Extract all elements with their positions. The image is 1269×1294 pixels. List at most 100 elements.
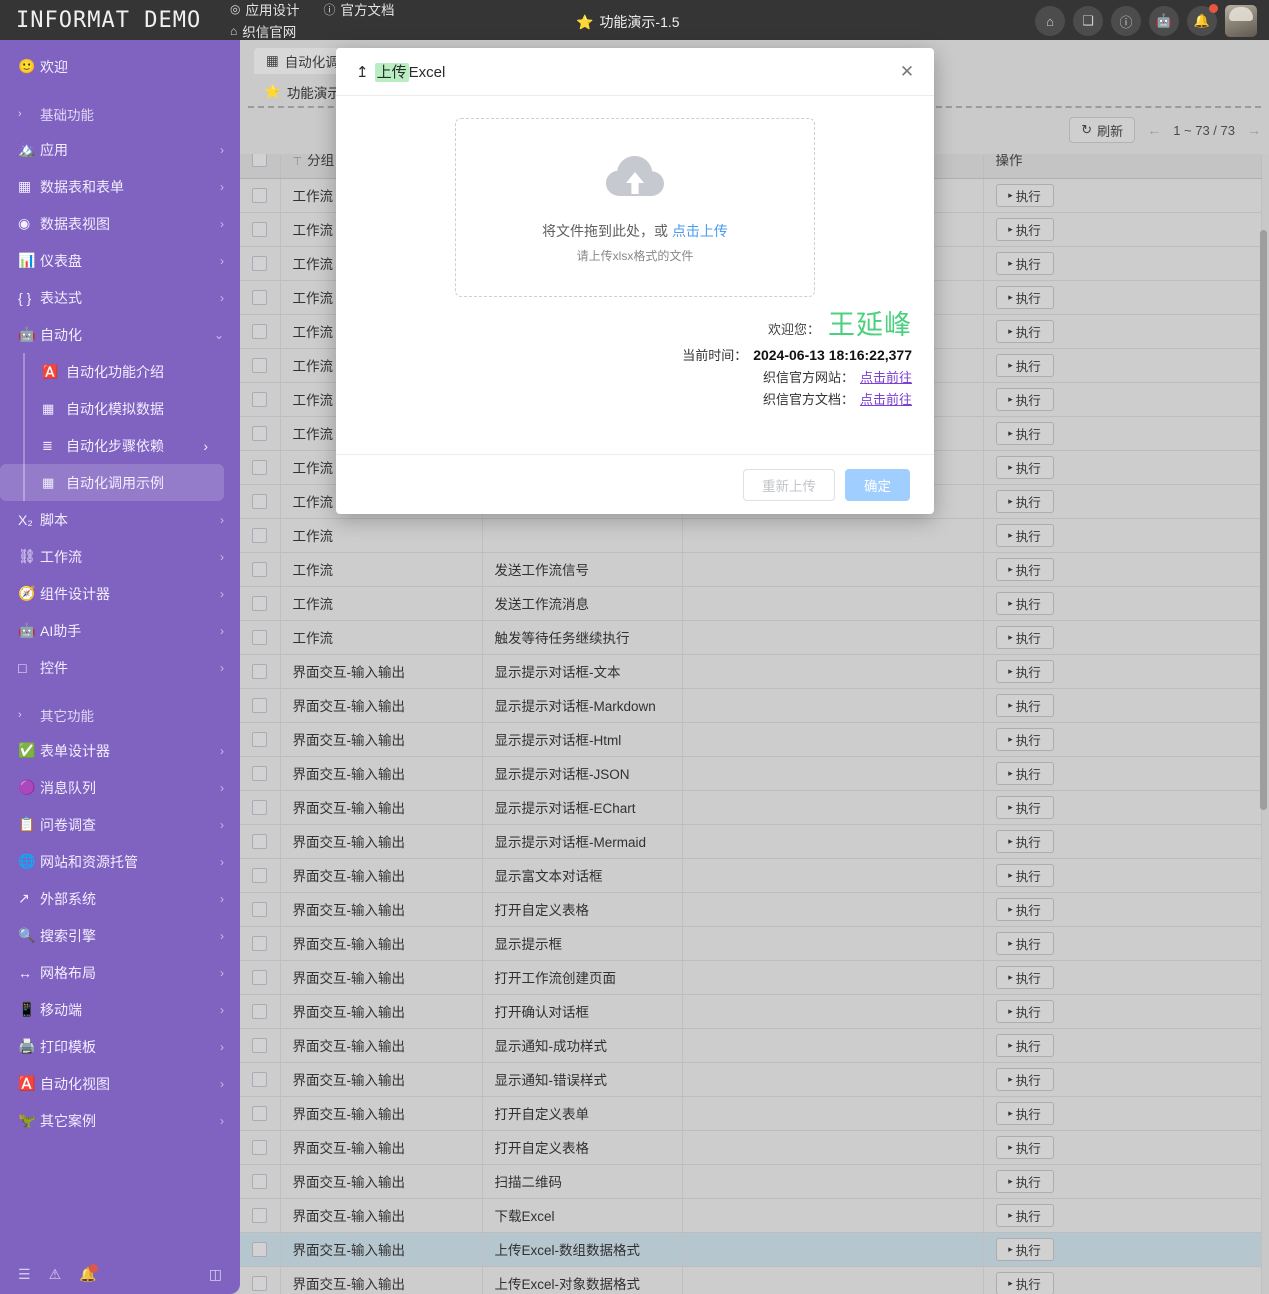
official-docs-link[interactable]: 点击前往	[860, 393, 912, 406]
row-checkbox[interactable]	[252, 1072, 267, 1087]
official-site-link[interactable]: 点击前往	[860, 371, 912, 384]
sidebar-item-ai-assistant[interactable]: 🤖 AI助手 ›	[0, 612, 240, 649]
top-nav-link-app-design[interactable]: ◎ 应用设计	[230, 0, 299, 19]
execute-button[interactable]: ▸执行	[996, 762, 1054, 785]
row-checkbox[interactable]	[252, 358, 267, 373]
sidebar-item-tables-forms[interactable]: ▦ 数据表和表单 ›	[0, 168, 240, 205]
sidebar-item-script[interactable]: X₂ 脚本 ›	[0, 501, 240, 538]
execute-button[interactable]: ▸执行	[996, 660, 1054, 683]
execute-button[interactable]: ▸执行	[996, 286, 1054, 309]
row-checkbox[interactable]	[252, 1106, 267, 1121]
execute-button[interactable]: ▸执行	[996, 1204, 1054, 1227]
sidebar-item-other-cases[interactable]: 🦖 其它案例 ›	[0, 1102, 240, 1139]
table-row[interactable]: 工作流发送工作流信号▸执行	[240, 552, 1261, 586]
execute-button[interactable]: ▸执行	[996, 354, 1054, 377]
row-checkbox[interactable]	[252, 1174, 267, 1189]
avatar[interactable]	[1225, 5, 1257, 37]
execute-button[interactable]: ▸执行	[996, 796, 1054, 819]
row-checkbox[interactable]	[252, 290, 267, 305]
sidebar-item-expression[interactable]: { } 表达式 ›	[0, 279, 240, 316]
execute-button[interactable]: ▸执行	[996, 558, 1054, 581]
table-row[interactable]: 界面交互-输入输出打开确认对话框▸执行	[240, 994, 1261, 1028]
sidebar-item-automation-view[interactable]: 🅰️ 自动化视图 ›	[0, 1065, 240, 1102]
table-row[interactable]: 界面交互-输入输出显示提示框▸执行	[240, 926, 1261, 960]
reupload-button[interactable]: 重新上传	[743, 469, 835, 501]
table-row[interactable]: 界面交互-输入输出下载Excel▸执行	[240, 1198, 1261, 1232]
sidebar-item-automation-mock-data[interactable]: ▦ 自动化模拟数据	[0, 390, 224, 427]
execute-button[interactable]: ▸执行	[996, 898, 1054, 921]
sidebar-item-welcome[interactable]: 🙂 欢迎	[0, 48, 240, 85]
collapse-panel-icon[interactable]: ◫	[209, 1266, 222, 1283]
execute-button[interactable]: ▸执行	[996, 218, 1054, 241]
table-row[interactable]: 界面交互-输入输出显示提示对话框-Markdown▸执行	[240, 688, 1261, 722]
table-row[interactable]: 界面交互-输入输出显示提示对话框-EChart▸执行	[240, 790, 1261, 824]
sidebar-item-automation-call-example[interactable]: ▦ 自动化调用示例	[0, 464, 224, 501]
notification-icon[interactable]: 🔔	[79, 1266, 96, 1283]
table-row[interactable]: 工作流触发等待任务继续执行▸执行	[240, 620, 1261, 654]
execute-button[interactable]: ▸执行	[996, 456, 1054, 479]
table-row[interactable]: 界面交互-输入输出打开工作流创建页面▸执行	[240, 960, 1261, 994]
row-checkbox[interactable]	[252, 528, 267, 543]
row-checkbox[interactable]	[252, 392, 267, 407]
top-nav-link-official-site[interactable]: ⌂ 织信官网	[230, 21, 296, 41]
sidebar-item-automation[interactable]: 🤖 自动化 ⌄	[0, 316, 240, 353]
sidebar-item-form-designer[interactable]: ✅ 表单设计器 ›	[0, 732, 240, 769]
execute-button[interactable]: ▸执行	[996, 1136, 1054, 1159]
sidebar-item-message-queue[interactable]: 🟣 消息队列 ›	[0, 769, 240, 806]
column-header-action[interactable]: 操作	[983, 154, 1261, 178]
row-checkbox[interactable]	[252, 1140, 267, 1155]
vertical-scrollbar[interactable]	[1260, 230, 1267, 810]
row-checkbox[interactable]	[252, 630, 267, 645]
refresh-button[interactable]: ↻ 刷新	[1069, 117, 1135, 143]
sidebar-item-table-views[interactable]: ◉ 数据表视图 ›	[0, 205, 240, 242]
sidebar-group-basic[interactable]: › 基础功能	[0, 97, 240, 131]
table-row[interactable]: 界面交互-输入输出打开自定义表单▸执行	[240, 1096, 1261, 1130]
execute-button[interactable]: ▸执行	[996, 1238, 1054, 1261]
table-row[interactable]: 界面交互-输入输出显示通知-错误样式▸执行	[240, 1062, 1261, 1096]
table-row[interactable]: 界面交互-输入输出显示提示对话框-Mermaid▸执行	[240, 824, 1261, 858]
select-all-checkbox[interactable]	[252, 154, 267, 167]
table-row[interactable]: 界面交互-输入输出打开自定义表格▸执行	[240, 892, 1261, 926]
execute-button[interactable]: ▸执行	[996, 524, 1054, 547]
row-checkbox[interactable]	[252, 1038, 267, 1053]
sidebar-item-workflow[interactable]: ⛓ 工作流 ›	[0, 538, 240, 575]
top-nav-link-official-docs[interactable]: ⓘ 官方文档	[323, 0, 394, 19]
sidebar-item-website-hosting[interactable]: 🌐 网站和资源托管 ›	[0, 843, 240, 880]
row-checkbox[interactable]	[252, 1276, 267, 1291]
execute-button[interactable]: ▸执行	[996, 184, 1054, 207]
row-checkbox[interactable]	[252, 256, 267, 271]
table-row[interactable]: 界面交互-输入输出显示提示对话框-JSON▸执行	[240, 756, 1261, 790]
row-checkbox[interactable]	[252, 732, 267, 747]
row-checkbox[interactable]	[252, 324, 267, 339]
row-checkbox[interactable]	[252, 834, 267, 849]
close-icon[interactable]: ✕	[898, 63, 916, 81]
sidebar-item-app[interactable]: 🏔️ 应用 ›	[0, 131, 240, 168]
table-row[interactable]: 界面交互-输入输出打开自定义表格▸执行	[240, 1130, 1261, 1164]
row-checkbox[interactable]	[252, 800, 267, 815]
execute-button[interactable]: ▸执行	[996, 252, 1054, 275]
execute-button[interactable]: ▸执行	[996, 728, 1054, 751]
execute-button[interactable]: ▸执行	[996, 320, 1054, 343]
execute-button[interactable]: ▸执行	[996, 1102, 1054, 1125]
row-checkbox[interactable]	[252, 188, 267, 203]
table-row[interactable]: 工作流发送工作流消息▸执行	[240, 586, 1261, 620]
row-checkbox[interactable]	[252, 494, 267, 509]
table-row[interactable]: 界面交互-输入输出上传Excel-对象数据格式▸执行	[240, 1266, 1261, 1294]
row-checkbox[interactable]	[252, 970, 267, 985]
execute-button[interactable]: ▸执行	[996, 388, 1054, 411]
execute-button[interactable]: ▸执行	[996, 694, 1054, 717]
table-row[interactable]: 界面交互-输入输出显示提示对话框-Html▸执行	[240, 722, 1261, 756]
help-icon[interactable]: ⓘ	[1111, 6, 1141, 36]
home-icon[interactable]: ⌂	[1035, 6, 1065, 36]
execute-button[interactable]: ▸执行	[996, 1170, 1054, 1193]
sidebar-item-search-engine[interactable]: 🔍 搜索引擎 ›	[0, 917, 240, 954]
row-checkbox[interactable]	[252, 902, 267, 917]
execute-button[interactable]: ▸执行	[996, 830, 1054, 853]
row-checkbox[interactable]	[252, 1242, 267, 1257]
execute-button[interactable]: ▸执行	[996, 1000, 1054, 1023]
message-icon[interactable]: ❑	[1073, 6, 1103, 36]
row-checkbox[interactable]	[252, 562, 267, 577]
row-checkbox[interactable]	[252, 596, 267, 611]
sidebar-item-grid-layout[interactable]: ↔ 网格布局 ›	[0, 954, 240, 991]
row-checkbox[interactable]	[252, 1208, 267, 1223]
